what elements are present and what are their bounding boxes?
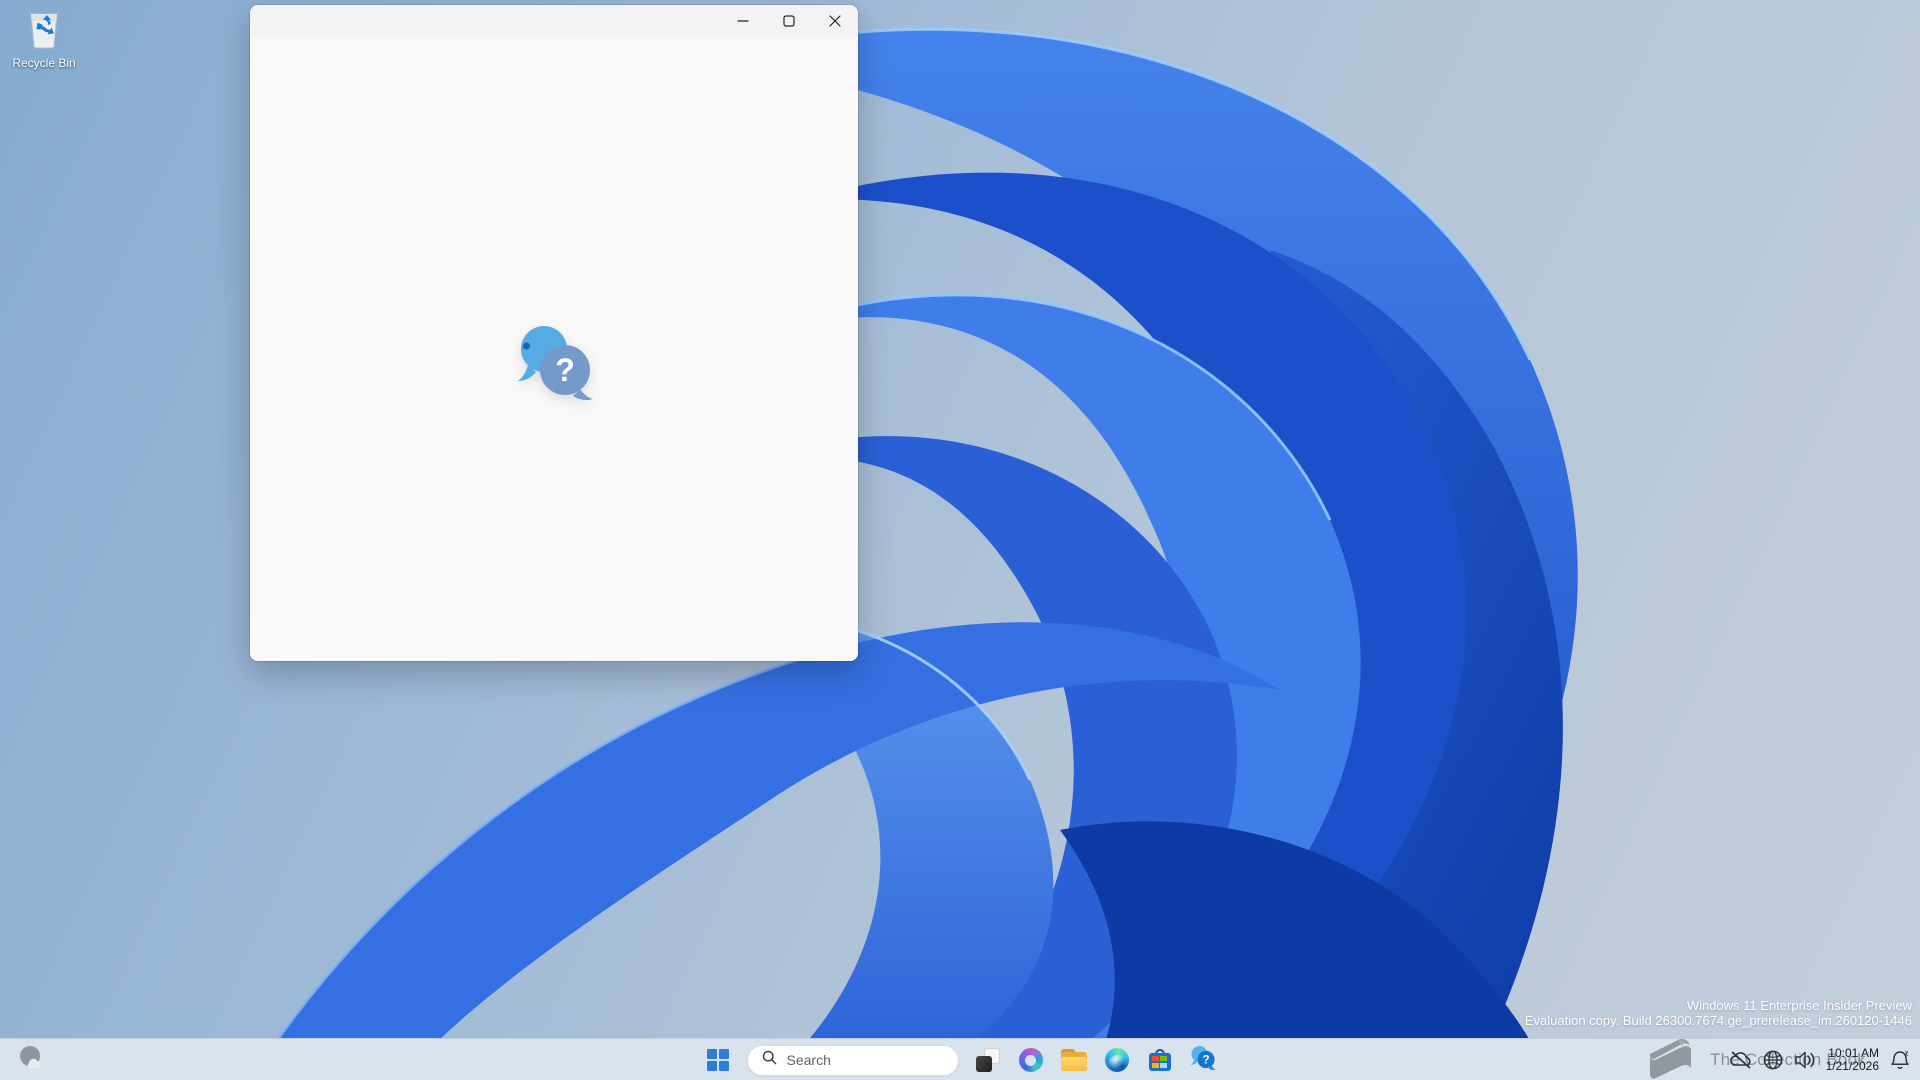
- onedrive-offline-icon[interactable]: [1729, 1050, 1753, 1070]
- desktop: Recycle Bin ? Windows 11 Enterprise Insi…: [0, 0, 1920, 1080]
- volume-icon[interactable]: [1793, 1049, 1817, 1071]
- watermark-line2: Evaluation copy. Build 26300.7674.ge_pre…: [1524, 1013, 1912, 1028]
- close-button[interactable]: [812, 5, 858, 37]
- search-icon: [762, 1050, 777, 1070]
- get-help-loading-icon: ?: [514, 323, 594, 406]
- copilot-button[interactable]: [1013, 1042, 1049, 1078]
- task-view-icon: [975, 1048, 1000, 1072]
- minimize-icon: [737, 15, 749, 27]
- file-explorer-icon: [1060, 1049, 1087, 1071]
- edge-button[interactable]: [1099, 1042, 1135, 1078]
- start-button[interactable]: [700, 1042, 736, 1078]
- network-globe-icon[interactable]: [1762, 1049, 1784, 1071]
- system-tray: 10:01 AM 1/21/2026 z: [1729, 1039, 1912, 1080]
- maximize-button[interactable]: [766, 5, 812, 37]
- recycle-bin-desktop-icon[interactable]: Recycle Bin: [6, 8, 82, 70]
- search-placeholder: Search: [786, 1052, 831, 1068]
- clock[interactable]: 10:01 AM 1/21/2026: [1826, 1047, 1879, 1073]
- windows-logo-icon: [706, 1049, 729, 1071]
- hero-question-glyph: ?: [555, 352, 575, 388]
- dnd-z-glyph: z: [1905, 1049, 1909, 1058]
- get-help-taskbar-button[interactable]: ?: [1185, 1042, 1221, 1078]
- window-titlebar[interactable]: [250, 5, 858, 37]
- taskbar-center-group: Search ?: [0, 1039, 1920, 1080]
- minimize-button[interactable]: [720, 5, 766, 37]
- copilot-icon: [1018, 1048, 1043, 1072]
- recycle-bin-label: Recycle Bin: [12, 56, 76, 70]
- file-explorer-button[interactable]: [1056, 1042, 1092, 1078]
- tray-date: 1/21/2026: [1825, 1059, 1879, 1073]
- notification-bell-dnd-icon[interactable]: z: [1888, 1048, 1912, 1072]
- store-icon: [1148, 1048, 1172, 1072]
- maximize-icon: [783, 15, 795, 27]
- task-view-button[interactable]: [970, 1042, 1006, 1078]
- edge-icon: [1104, 1048, 1129, 1072]
- search-box[interactable]: Search: [746, 1044, 959, 1076]
- window-content: ?: [250, 37, 858, 661]
- recycle-bin-icon: [23, 8, 65, 55]
- close-icon: [829, 15, 841, 27]
- get-help-window: ?: [250, 5, 858, 661]
- watermark-line1: Windows 11 Enterprise Insider Preview: [1686, 998, 1912, 1013]
- store-button[interactable]: [1142, 1042, 1178, 1078]
- get-help-icon: ?: [1190, 1045, 1216, 1075]
- taskbar: Search ? The Collection Book 10:01 AM 1/…: [0, 1038, 1920, 1080]
- build-watermark: Windows 11 Enterprise Insider Preview Ev…: [1525, 998, 1912, 1028]
- get-help-badge-glyph: ?: [1202, 1055, 1209, 1067]
